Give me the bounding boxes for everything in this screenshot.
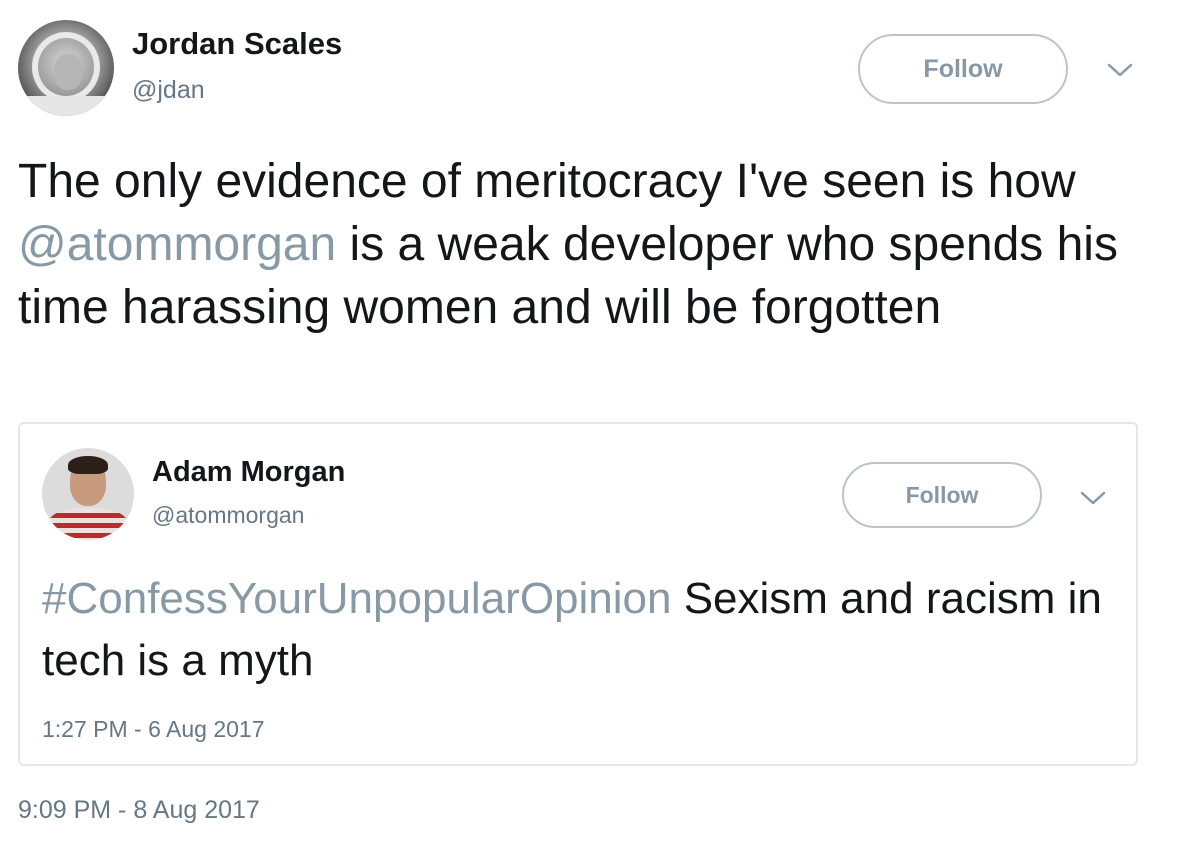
author-name[interactable]: Jordan Scales — [132, 26, 342, 62]
avatar-suit-shape — [18, 96, 114, 116]
author-handle[interactable]: @jdan — [132, 76, 205, 105]
avatar-hair-shape — [68, 456, 108, 474]
timestamp[interactable]: 9:09 PM - 8 Aug 2017 — [18, 796, 260, 825]
quoted-author-name[interactable]: Adam Morgan — [152, 456, 345, 489]
hashtag-link[interactable]: #ConfessYourUnpopularOpinion — [42, 574, 671, 623]
quoted-timestamp[interactable]: 1:27 PM - 6 Aug 2017 — [42, 716, 265, 743]
quoted-avatar[interactable] — [42, 448, 134, 540]
mention-link[interactable]: @atommorgan — [18, 218, 336, 271]
quoted-tweet-card[interactable]: Adam Morgan @atommorgan Follow #ConfessY… — [18, 422, 1138, 766]
avatar-face-shape — [54, 54, 82, 90]
tweet: Jordan Scales @jdan Follow The only evid… — [0, 0, 1194, 846]
follow-button[interactable]: Follow — [858, 34, 1068, 104]
quoted-follow-button[interactable]: Follow — [842, 462, 1042, 528]
avatar[interactable] — [18, 20, 114, 116]
tweet-text: The only evidence of meritocracy I've se… — [18, 150, 1168, 339]
chevron-down-icon[interactable] — [1078, 488, 1108, 508]
quoted-tweet-text: #ConfessYourUnpopularOpinion Sexism and … — [42, 568, 1122, 692]
avatar-shirt-shape — [48, 508, 128, 540]
quoted-author-handle[interactable]: @atommorgan — [152, 502, 304, 529]
chevron-down-icon[interactable] — [1105, 60, 1135, 80]
tweet-text-part: The only evidence of meritocracy I've se… — [18, 155, 1076, 208]
